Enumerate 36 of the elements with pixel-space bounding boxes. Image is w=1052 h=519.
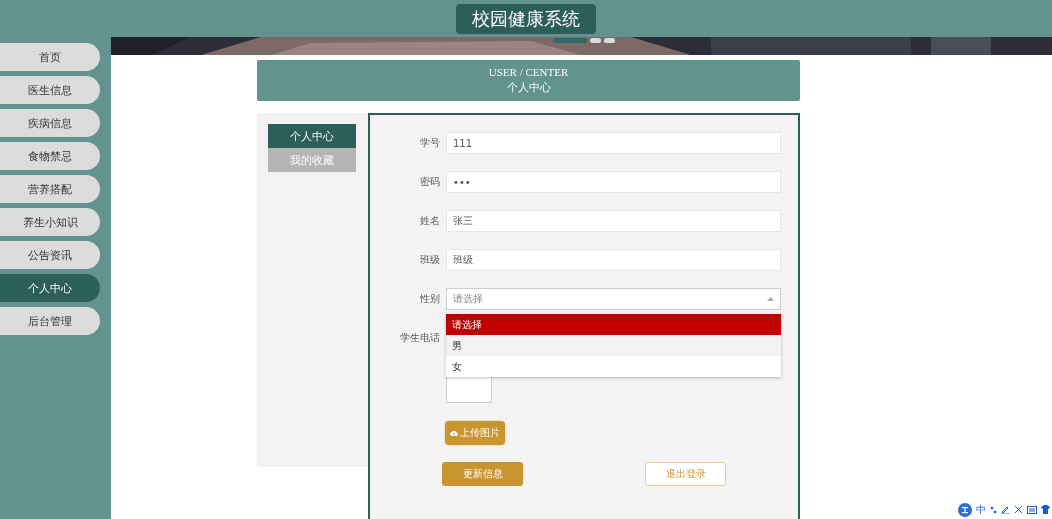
heading-title: USER / CENTER xyxy=(488,66,569,78)
select-field[interactable]: 请选择 xyxy=(446,288,781,310)
input-field[interactable]: 111 xyxy=(446,132,781,154)
sidebar-item[interactable]: 后台管理 xyxy=(0,307,100,335)
sidebar-item[interactable]: 首页 xyxy=(0,43,100,71)
sidebar-item[interactable]: 养生小知识 xyxy=(0,208,100,236)
sidebar-item[interactable]: 公告资讯 xyxy=(0,241,100,269)
ime-mode[interactable]: 中 xyxy=(976,502,986,517)
input-field[interactable]: 张三 xyxy=(446,210,781,232)
shirt-icon[interactable] xyxy=(1041,505,1050,514)
field-label: 学号 xyxy=(419,136,441,150)
field-label: 姓名 xyxy=(419,214,441,228)
keyboard-icon[interactable] xyxy=(1027,505,1037,514)
scissors-icon[interactable] xyxy=(1014,505,1023,514)
punctuation-icon[interactable] xyxy=(990,505,997,514)
field-label: 性别 xyxy=(419,292,441,306)
dropdown-option[interactable]: 男 xyxy=(446,335,781,356)
heading-subtitle: 个人中心 xyxy=(506,80,551,95)
caret-icon xyxy=(767,297,774,301)
sidebar-item[interactable]: 疾病信息 xyxy=(0,109,100,137)
cloud-upload-icon xyxy=(450,430,458,436)
sidebar-item[interactable]: 营养搭配 xyxy=(0,175,100,203)
sidebar-item[interactable]: 食物禁忌 xyxy=(0,142,100,170)
sidebar-item[interactable]: 医生信息 xyxy=(0,76,100,104)
field-label: 密码 xyxy=(419,175,441,189)
tab[interactable]: 个人中心 xyxy=(268,124,356,148)
field-label: 学生电话 xyxy=(399,331,441,345)
input-field[interactable]: 班级 xyxy=(446,249,781,271)
dropdown-option[interactable]: 请选择 xyxy=(446,314,781,335)
app-title: 校园健康系统 xyxy=(456,3,596,34)
field-label: 班级 xyxy=(419,253,441,267)
ime-logo-icon[interactable] xyxy=(958,502,972,517)
dropdown-option[interactable]: 女 xyxy=(446,356,781,377)
sidebar-item[interactable]: 个人中心 xyxy=(0,274,100,302)
input-field[interactable]: ••• xyxy=(446,171,781,193)
pen-icon[interactable] xyxy=(1001,505,1010,514)
